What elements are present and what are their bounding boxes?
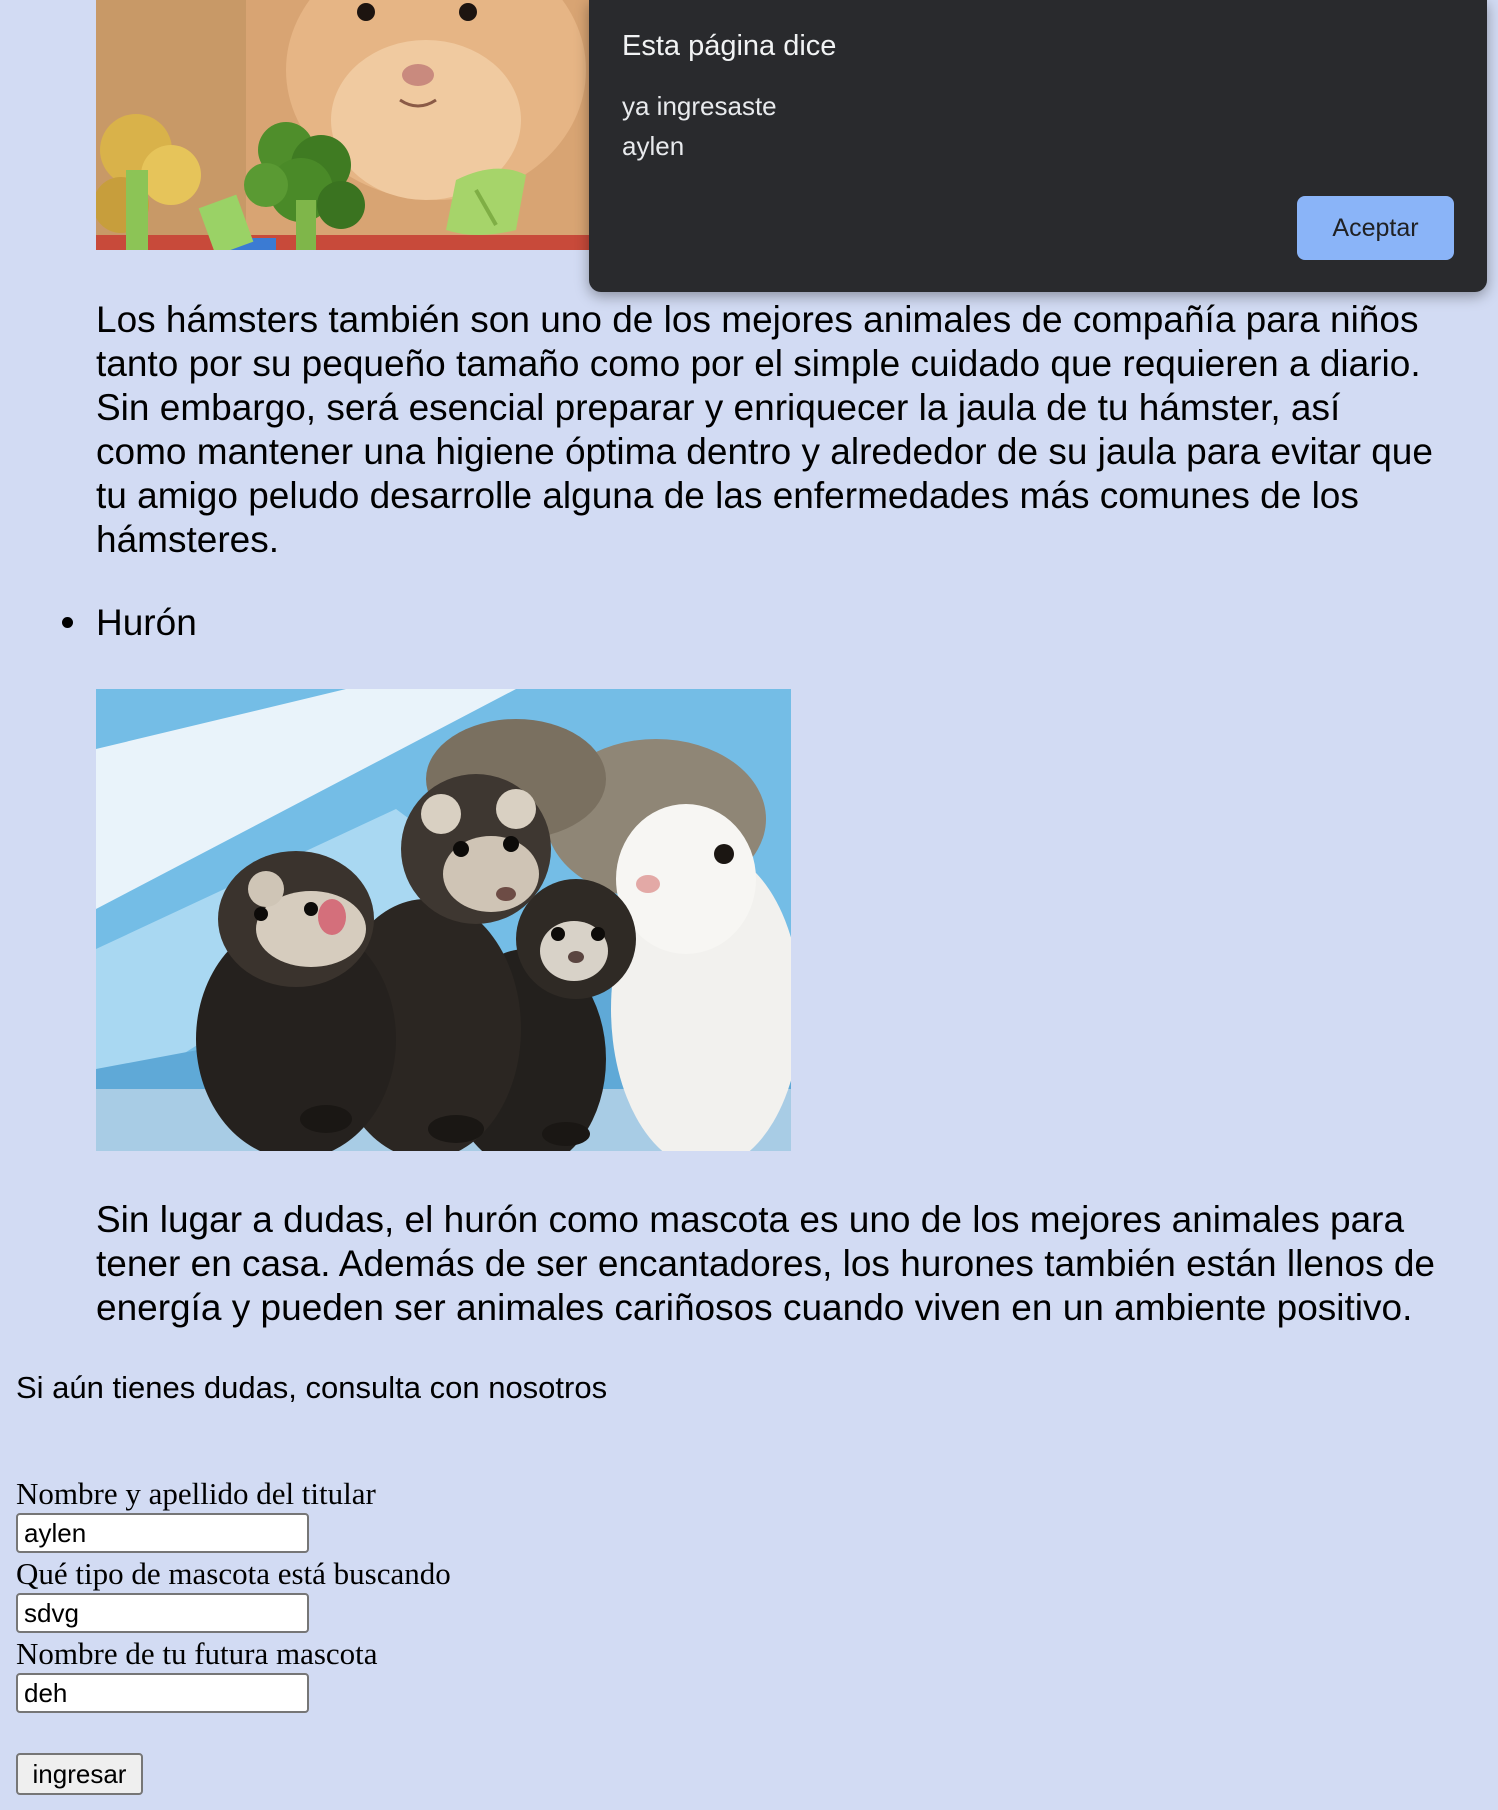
submit-button[interactable]: ingresar bbox=[16, 1753, 143, 1795]
pet-type-field[interactable] bbox=[16, 1593, 309, 1633]
paragraph-line: tanto por su pequeño tamaño como por el … bbox=[96, 343, 1421, 384]
bullet-icon bbox=[62, 616, 73, 628]
ferret-bullet-label: Hurón bbox=[96, 602, 197, 643]
paragraph-line: hámsteres. bbox=[96, 519, 280, 560]
accept-button[interactable]: Aceptar bbox=[1297, 196, 1454, 260]
pet-type-label: Qué tipo de mascota está buscando bbox=[16, 1556, 451, 1591]
paragraph-line: energía y pueden ser animales cariñosos … bbox=[96, 1287, 1413, 1328]
pet-name-label: Nombre de tu futura mascota bbox=[16, 1636, 378, 1671]
hamster-paragraph: Los hámsters también son uno de los mejo… bbox=[96, 298, 1496, 562]
paragraph-line: Sin lugar a dudas, el hurón como mascota… bbox=[96, 1199, 1405, 1240]
ferret-paragraph: Sin lugar a dudas, el hurón como mascota… bbox=[96, 1198, 1496, 1330]
paragraph-line: como mantener una higiene óptima dentro … bbox=[96, 431, 1433, 472]
name-label: Nombre y apellido del titular bbox=[16, 1476, 376, 1511]
paragraph-line: Los hámsters también son uno de los mejo… bbox=[96, 299, 1419, 340]
alert-title: Esta página dice bbox=[622, 30, 837, 62]
alert-message: ya ingresaste aylen bbox=[622, 86, 777, 166]
consult-text: Si aún tienes dudas, consulta con nosotr… bbox=[16, 1370, 608, 1405]
paragraph-line: tu amigo peludo desarrolle alguna de las… bbox=[96, 475, 1359, 516]
alert-message-line: ya ingresaste bbox=[622, 91, 777, 121]
pet-name-field[interactable] bbox=[16, 1673, 309, 1713]
paragraph-line: tener en casa. Además de ser encantadore… bbox=[96, 1243, 1436, 1284]
name-field[interactable] bbox=[16, 1513, 309, 1553]
alert-message-line: aylen bbox=[622, 131, 685, 161]
list-item-ferret: Hurón bbox=[62, 598, 197, 648]
hamster-image bbox=[96, 0, 592, 250]
paragraph-line: Sin embargo, será esencial preparar y en… bbox=[96, 387, 1341, 428]
alert-dialog: Esta página dice ya ingresaste aylen Ace… bbox=[589, 0, 1487, 292]
ferret-image bbox=[96, 689, 791, 1151]
